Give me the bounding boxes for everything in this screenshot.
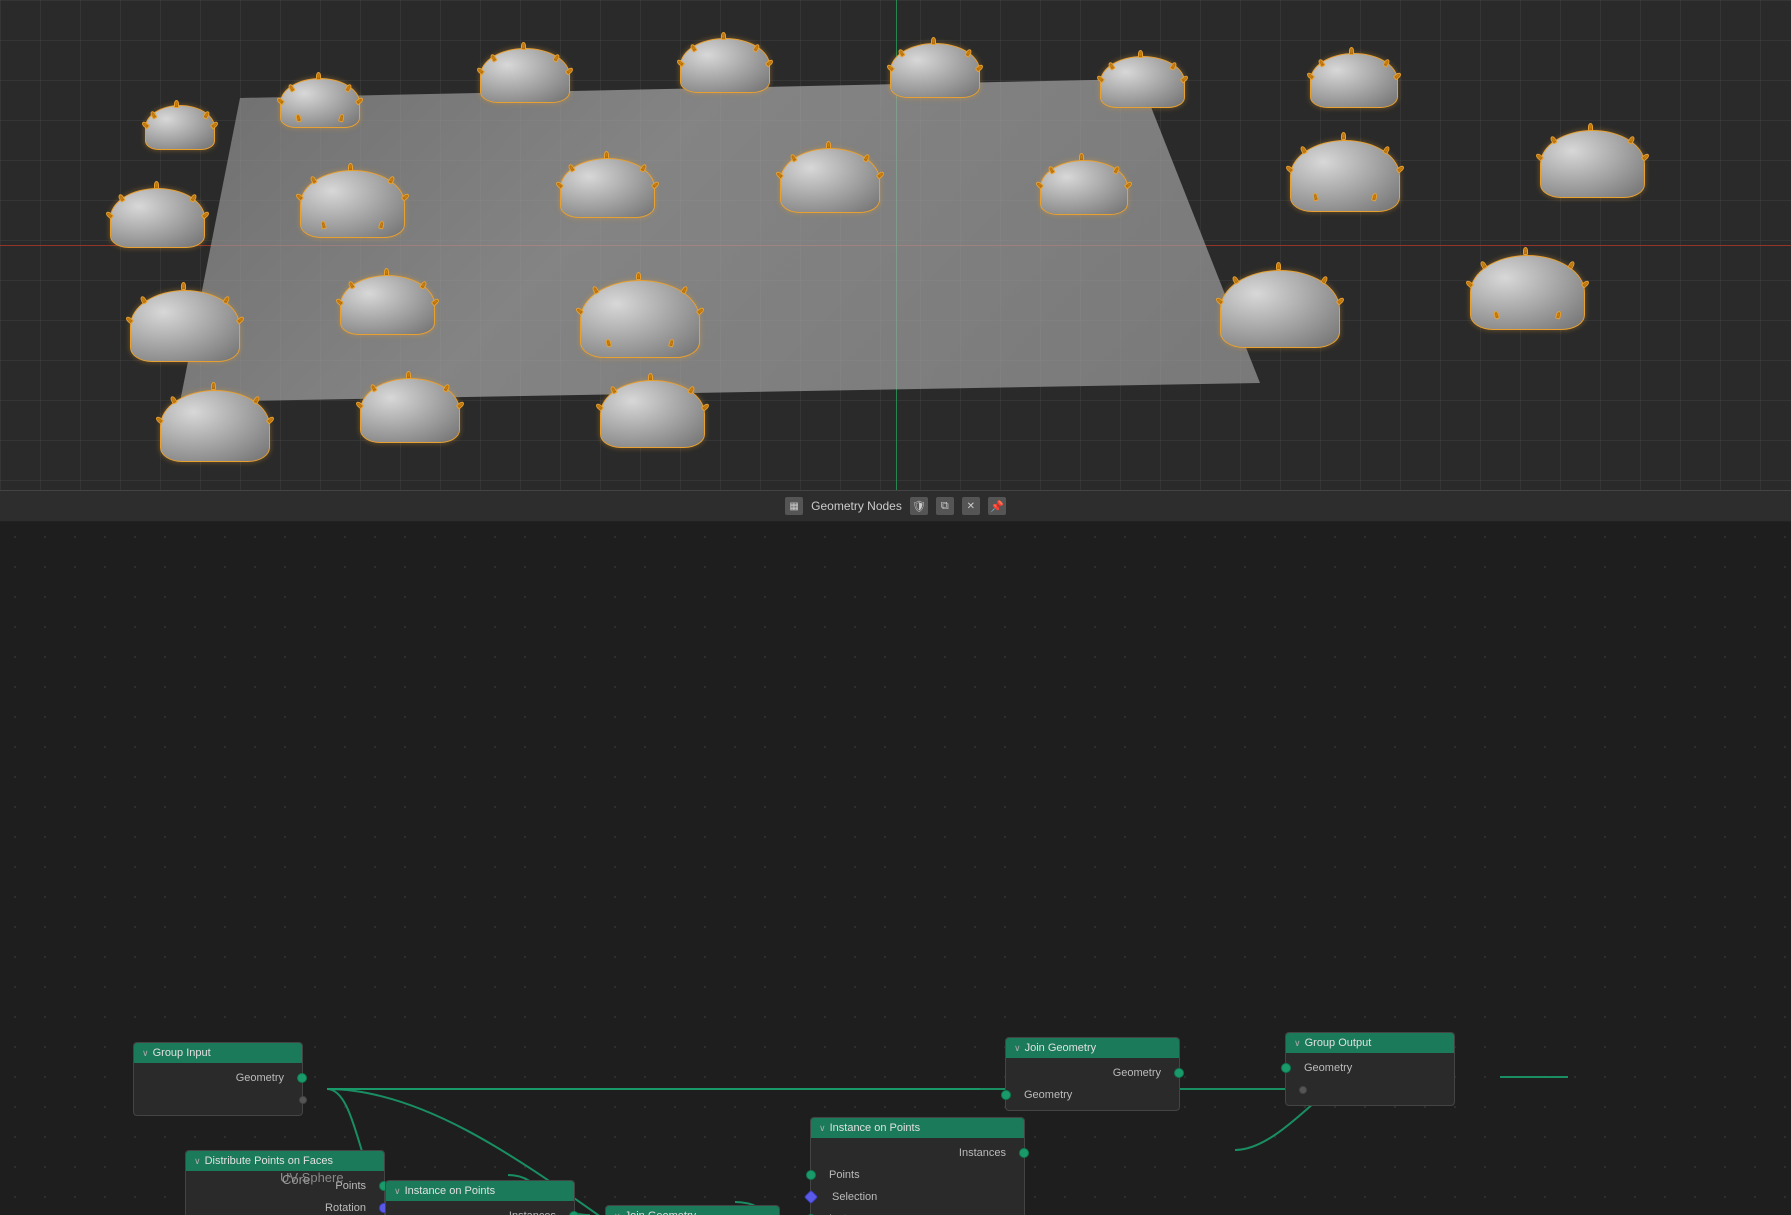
dome-object (160, 370, 280, 465)
go-input-geo: Geometry (1286, 1057, 1454, 1079)
iop1-header: ∨ Instance on Points (386, 1181, 574, 1201)
copy-icon[interactable]: ⧉ (936, 497, 954, 515)
jg2-geo-in-socket[interactable] (1001, 1090, 1011, 1100)
editor-type-icon[interactable]: ▦ (785, 497, 803, 515)
dome-object (1220, 250, 1350, 350)
viewport-3d[interactable] (0, 0, 1791, 490)
output-geometry-row: Geometry (134, 1067, 302, 1089)
dome-object (110, 170, 215, 250)
dome-object (680, 20, 780, 95)
dome-object (1310, 35, 1410, 110)
dome-object (280, 60, 375, 130)
output-extra-row (134, 1089, 302, 1111)
join-geometry-node-2[interactable]: ∨ Join Geometry Geometry Geometry (1005, 1037, 1180, 1111)
dome-object (1290, 120, 1410, 215)
iop2-output-instances: Instances (811, 1142, 1024, 1164)
jg2-input-geo: Geometry (1006, 1084, 1179, 1106)
dome-object (145, 90, 230, 155)
editor-label: Geometry Nodes (811, 499, 902, 513)
shield-icon[interactable]: 🛡 (910, 497, 928, 515)
editor-toolbar: ▦ Geometry Nodes 🛡 ⧉ ✕ 📌 (0, 490, 1791, 522)
iop2-instances-socket[interactable] (1019, 1148, 1029, 1158)
go-input-extra (1286, 1079, 1454, 1101)
group-output-header: ∨ Group Output (1286, 1033, 1454, 1053)
jg2-output-geo: Geometry (1006, 1062, 1179, 1084)
jg2-geo-out-socket[interactable] (1174, 1068, 1184, 1078)
go-extra-socket[interactable] (1299, 1086, 1307, 1094)
dome-object (360, 360, 470, 445)
dp1-output-rotation: Rotation (186, 1197, 384, 1215)
core-text: Core (282, 1172, 310, 1187)
pin-icon[interactable]: 📌 (988, 497, 1006, 515)
join-geo-1-header: ∨ Join Geometry (606, 1206, 779, 1215)
instance-on-points-node-1[interactable]: ∨ Instance on Points Instances Points In… (385, 1180, 575, 1215)
output-extra-socket[interactable] (299, 1096, 307, 1104)
dome-object (130, 270, 250, 365)
output-geometry-socket[interactable] (297, 1073, 307, 1083)
distribute-points-1-header: ∨ Distribute Points on Faces (186, 1151, 384, 1171)
dome-object (340, 255, 445, 337)
group-input-node[interactable]: ∨ Group Input Geometry (133, 1042, 303, 1116)
iop2-points-in-socket[interactable] (806, 1170, 816, 1180)
instance-on-points-node-2[interactable]: ∨ Instance on Points Instances Points Se… (810, 1117, 1025, 1215)
go-geo-in-socket[interactable] (1281, 1063, 1291, 1073)
iop2-header: ∨ Instance on Points (811, 1118, 1024, 1138)
dome-object (600, 360, 715, 450)
dome-object (1040, 140, 1140, 218)
iop2-input-selection: Selection (811, 1186, 1024, 1208)
dome-object (480, 30, 580, 105)
iop2-input-instance: Instance (811, 1208, 1024, 1215)
dome-object (1470, 235, 1595, 333)
join-geo-2-header: ∨ Join Geometry (1006, 1038, 1179, 1058)
dome-object (300, 150, 415, 240)
close-icon[interactable]: ✕ (962, 497, 980, 515)
dome-object (580, 260, 710, 360)
dome-object (560, 140, 665, 220)
iop1-instances-socket[interactable] (569, 1211, 579, 1215)
dome-object (780, 130, 890, 215)
dome-object (890, 25, 990, 100)
node-editor[interactable]: ∨ Group Input Geometry ∨ Distribute Poin… (0, 522, 1791, 1215)
group-output-node[interactable]: ∨ Group Output Geometry (1285, 1032, 1455, 1106)
dome-object (1100, 40, 1195, 110)
join-geometry-node-1[interactable]: ∨ Join Geometry Geometry Geometry (605, 1205, 780, 1215)
iop1-output-instances: Instances (386, 1205, 574, 1215)
group-input-header: ∨ Group Input (134, 1043, 302, 1063)
dome-object (1540, 110, 1655, 200)
iop2-input-points: Points (811, 1164, 1024, 1186)
